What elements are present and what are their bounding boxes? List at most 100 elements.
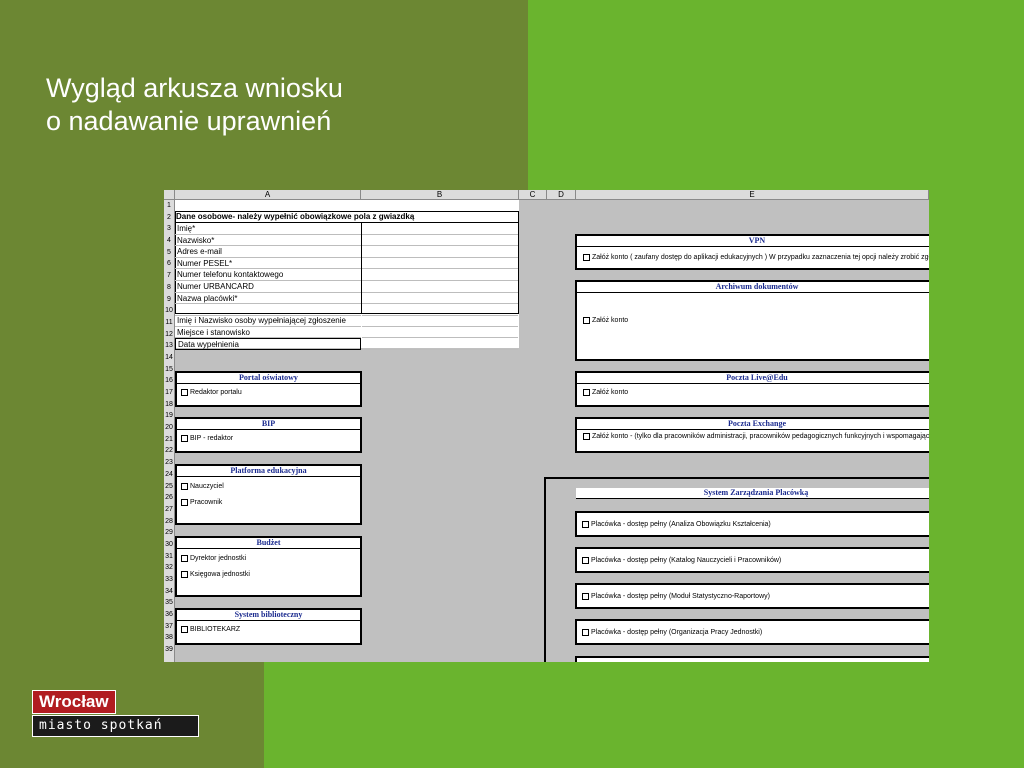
checkbox-icon[interactable] <box>583 389 590 396</box>
row-number[interactable]: 2 <box>164 212 174 224</box>
row-number[interactable]: 16 <box>164 375 174 387</box>
checkbox-icon[interactable] <box>582 521 589 528</box>
field-input[interactable] <box>362 246 518 258</box>
row-number[interactable]: 20 <box>164 422 174 434</box>
row-number[interactable]: 25 <box>164 481 174 493</box>
row-number[interactable]: 1 <box>164 200 174 212</box>
row-number[interactable]: 11 <box>164 317 174 329</box>
panel-checkbox[interactable]: Nauczyciel <box>181 482 224 491</box>
panel-checkbox[interactable]: Załóż konto <box>583 316 628 325</box>
checkbox-icon[interactable] <box>582 629 589 636</box>
row-number[interactable]: 30 <box>164 539 174 551</box>
row-number[interactable]: 29 <box>164 527 174 539</box>
szp-checkbox[interactable]: Placówka - dostęp pełny (Organizacja Pra… <box>582 628 762 637</box>
field-input[interactable] <box>362 269 518 281</box>
checkbox-icon[interactable] <box>181 483 188 490</box>
szp-checkbox[interactable]: Placówka - dostęp pełny (Moduł Statystyc… <box>582 592 770 601</box>
column-header-b[interactable]: B <box>361 190 519 200</box>
field-input[interactable] <box>362 235 518 247</box>
row-number[interactable]: 3 <box>164 223 174 235</box>
left-panel: Budżet Dyrektor jednostki Księgowa jednost… <box>175 536 362 597</box>
column-header-d[interactable]: D <box>547 190 576 200</box>
slide-title: Wygląd arkusza wniosku o nadawanie upraw… <box>46 72 343 138</box>
panel-checkbox[interactable]: Pracownik <box>181 498 222 507</box>
row-number[interactable]: 21 <box>164 434 174 446</box>
row-number[interactable]: 19 <box>164 410 174 422</box>
row-number[interactable]: 9 <box>164 294 174 306</box>
field-input[interactable] <box>362 223 518 235</box>
panel-checkbox[interactable]: Redaktor portalu <box>181 388 242 397</box>
panel-checkbox[interactable]: Załóż konto - (tylko dla pracowników adm… <box>583 432 929 441</box>
row-number[interactable]: 36 <box>164 609 174 621</box>
panel-title: Poczta Live@Edu <box>577 373 929 384</box>
row-headers[interactable]: 1 2 3 4 5 6 7 8 9 10 11 12 13 14 15 16 17 18 19 20 21 22 23 24 2… <box>164 200 175 662</box>
field-input[interactable] <box>362 293 518 305</box>
checkbox-icon[interactable] <box>583 254 590 261</box>
filler-label: Data wypełnienia <box>175 338 361 350</box>
field-label: Imię* <box>175 223 361 235</box>
checkbox-label: BIBLIOTEKARZ <box>190 626 241 633</box>
panel-checkbox[interactable]: Załóż konto ( zaufany dostęp do aplikacj… <box>583 253 929 262</box>
checkbox-icon[interactable] <box>181 571 188 578</box>
column-header-a[interactable]: A <box>175 190 361 200</box>
filler-label: Miejsce i stanowisko <box>175 327 361 339</box>
row-number[interactable]: 13 <box>164 340 174 352</box>
panel-checkbox[interactable]: Księgowa jednostki <box>181 570 250 579</box>
checkbox-label: Redaktor portalu <box>190 389 242 396</box>
checkbox-icon[interactable] <box>583 433 590 440</box>
row-number[interactable]: 4 <box>164 235 174 247</box>
szp-checkbox[interactable]: Placówka - dostęp pełny (Katalog Nauczyc… <box>582 556 781 565</box>
panel-title: Platforma edukacyjna <box>177 466 360 477</box>
checkbox-icon[interactable] <box>582 593 589 600</box>
row-number[interactable]: 34 <box>164 586 174 598</box>
row-number[interactable]: 28 <box>164 516 174 528</box>
row-number[interactable]: 35 <box>164 597 174 609</box>
row-number[interactable]: 12 <box>164 329 174 341</box>
filler-input[interactable] <box>362 338 518 350</box>
row-number[interactable]: 22 <box>164 445 174 457</box>
row-number[interactable]: 5 <box>164 247 174 259</box>
checkbox-icon[interactable] <box>181 499 188 506</box>
row-number[interactable]: 37 <box>164 621 174 633</box>
row-number[interactable]: 6 <box>164 258 174 270</box>
panel-checkbox[interactable]: BIBLIOTEKARZ <box>181 625 240 634</box>
panel-checkbox[interactable]: Dyrektor jednostki <box>181 554 246 563</box>
checkbox-label: Pracownik <box>190 499 223 506</box>
row-number[interactable]: 10 <box>164 305 174 317</box>
checkbox-icon[interactable] <box>181 435 188 442</box>
row-number[interactable]: 24 <box>164 469 174 481</box>
checkbox-icon[interactable] <box>181 555 188 562</box>
row-number[interactable]: 7 <box>164 270 174 282</box>
spreadsheet-screenshot: A B C D E 1 2 3 4 5 6 7 8 9 10 11 12 13 14 15 16 17 18 19 2… <box>164 190 929 662</box>
row-number[interactable]: 26 <box>164 492 174 504</box>
checkbox-icon[interactable] <box>181 389 188 396</box>
corner-select-all[interactable] <box>164 190 175 200</box>
row-number[interactable]: 31 <box>164 551 174 563</box>
row-number[interactable]: 39 <box>164 644 174 656</box>
left-panel: System biblioteczny BIBLIOTEKARZ <box>175 608 362 645</box>
panel-checkbox[interactable]: Załóż konto <box>583 388 628 397</box>
checkbox-icon[interactable] <box>583 317 590 324</box>
field-input[interactable] <box>362 258 518 270</box>
szp-checkbox[interactable]: Placówka - dostęp pełny (Analiza Obowiąz… <box>582 520 771 529</box>
row-number[interactable]: 27 <box>164 504 174 516</box>
row-number[interactable]: 17 <box>164 387 174 399</box>
column-header-c[interactable]: C <box>519 190 547 200</box>
filler-input[interactable] <box>362 315 518 327</box>
checkbox-icon[interactable] <box>181 626 188 633</box>
column-header-e[interactable]: E <box>576 190 929 200</box>
szp-row: Placówka - dostęp pełny (Moduł Statystyc… <box>575 583 929 609</box>
panel-checkbox[interactable]: BIP - redaktor <box>181 434 233 443</box>
row-number[interactable]: 14 <box>164 352 174 364</box>
row-number[interactable]: 8 <box>164 282 174 294</box>
filler-input[interactable] <box>362 327 518 339</box>
row-number[interactable]: 33 <box>164 574 174 586</box>
row-number[interactable]: 18 <box>164 399 174 411</box>
row-number[interactable]: 38 <box>164 632 174 644</box>
field-input[interactable] <box>362 281 518 293</box>
row-number[interactable]: 15 <box>164 364 174 376</box>
row-number[interactable]: 23 <box>164 457 174 469</box>
checkbox-icon[interactable] <box>582 557 589 564</box>
right-panel: Archiwum dokumentów Załóż konto <box>575 280 929 361</box>
row-number[interactable]: 32 <box>164 562 174 574</box>
